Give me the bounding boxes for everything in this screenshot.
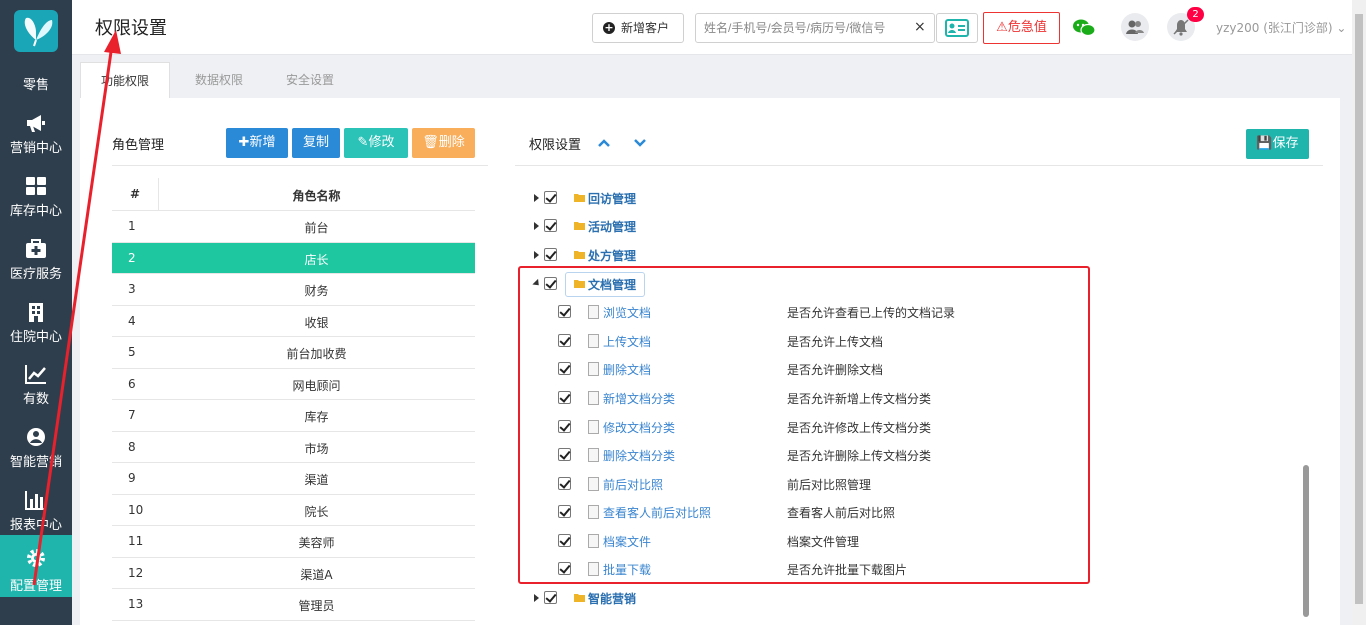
annotation-highlight-box (518, 266, 1090, 584)
sidebar-item-inpatient[interactable]: 住院中心 (0, 293, 72, 355)
page-title: 权限设置 (95, 18, 167, 39)
butterfly-logo-icon (24, 17, 53, 47)
bar-chart-icon (25, 491, 46, 510)
copy-role-button[interactable]: 复制 (292, 128, 340, 158)
wechat-icon[interactable] (1070, 14, 1098, 42)
sidebar-item-label: 有数 (22, 392, 49, 407)
tab-function-permissions[interactable]: 功能权限 (80, 62, 170, 98)
role-management-title: 角色管理 (112, 138, 165, 153)
medical-kit-icon (26, 239, 46, 258)
tree-checkbox[interactable] (544, 591, 557, 604)
tree-checkbox[interactable] (544, 248, 557, 261)
tab-security-settings[interactable]: 安全设置 (268, 62, 352, 98)
chevron-down-icon[interactable] (633, 138, 647, 148)
sidebar-item-config[interactable]: 配置管理 (0, 535, 72, 597)
table-row[interactable]: 3 财务 (112, 274, 475, 306)
id-card-button[interactable] (936, 13, 978, 43)
sidebar-item-label: 营销中心 (9, 141, 62, 156)
top-header: 权限设置 + 新增客户 × ⚠危急值 2 (72, 0, 1366, 55)
sidebar-item-analytics[interactable]: 有数 (0, 355, 72, 417)
folder-icon (574, 251, 585, 259)
plus-icon: ✚ (238, 135, 250, 150)
sidebar-item-label: 智能营销 (9, 455, 62, 470)
table-row[interactable]: 4 收银 (112, 306, 475, 337)
edit-role-button[interactable]: ✎修改 (344, 128, 408, 158)
megaphone-icon (27, 115, 45, 132)
folder-icon (574, 194, 585, 202)
gear-icon (27, 549, 45, 567)
table-row[interactable]: 13 管理员 (112, 589, 475, 621)
trash-icon: 🗑 (422, 135, 439, 150)
user-group-icon[interactable] (1120, 12, 1150, 42)
smart-marketing-icon (27, 428, 45, 446)
folder-icon (574, 594, 585, 602)
app-logo[interactable] (14, 10, 58, 52)
sidebar-item-medical[interactable]: 医疗服务 (0, 230, 72, 292)
chevron-up-icon[interactable] (597, 138, 611, 148)
table-row[interactable]: 8 市场 (112, 432, 475, 463)
user-menu[interactable]: yzy200 (张江门诊部) ⌄ (1216, 19, 1346, 36)
table-row[interactable]: 1 前台 (112, 211, 475, 243)
edit-icon: ✎ (357, 135, 369, 150)
sidebar-item-smart-marketing[interactable]: 智能营销 (0, 418, 72, 480)
sidebar-item-label: 医疗服务 (9, 267, 62, 282)
sidebar-item-inventory[interactable]: 库存中心 (0, 167, 72, 229)
column-header-role-name: 角色名称 (292, 189, 341, 203)
chevron-down-icon: ⌄ (1336, 21, 1347, 35)
id-card-icon (945, 19, 969, 37)
sidebar-item-label: 配置管理 (9, 579, 62, 594)
table-row[interactable]: 7 库存 (112, 400, 475, 432)
critical-value-button[interactable]: ⚠危急值 (983, 12, 1060, 44)
window-scrollbar[interactable] (1352, 0, 1366, 625)
save-icon: 💾 (1256, 136, 1273, 151)
grid-icon (26, 177, 46, 195)
clear-icon[interactable]: × (914, 19, 926, 35)
tree-node-followup[interactable]: 回访管理 (530, 189, 730, 209)
new-customer-button[interactable]: + 新增客户 (592, 13, 684, 43)
plus-circle-icon: + (603, 21, 615, 34)
sidebar-item-label: 零售 (22, 78, 49, 93)
column-header-index: # (129, 187, 141, 201)
notification-count-badge: 2 (1187, 7, 1204, 22)
divider (112, 165, 488, 166)
table-header: # 角色名称 (112, 178, 475, 211)
table-row[interactable]: 6 网电顾问 (112, 369, 475, 400)
expand-caret-icon[interactable] (534, 194, 539, 202)
tree-node-activity[interactable]: 活动管理 (530, 217, 730, 237)
tree-checkbox[interactable] (544, 219, 557, 232)
table-row-selected[interactable]: 2 店长 (112, 242, 475, 274)
sidebar-item-label: 报表中心 (9, 518, 62, 533)
warning-icon: ⚠ (996, 20, 1008, 35)
divider (515, 165, 1323, 166)
building-icon (29, 303, 43, 322)
customer-search[interactable]: × (695, 13, 935, 43)
search-input[interactable] (704, 19, 909, 37)
table-row[interactable]: 12 渠道A (112, 558, 475, 589)
sidebar-item-marketing[interactable]: 营销中心 (0, 104, 72, 166)
table-row[interactable]: 10 院长 (112, 495, 475, 526)
tree-node-prescription[interactable]: 处方管理 (530, 246, 730, 266)
tree-checkbox[interactable] (544, 191, 557, 204)
expand-caret-icon[interactable] (534, 222, 539, 230)
tree-node-smart-marketing[interactable]: 智能营销 (530, 589, 730, 609)
delete-role-button[interactable]: 🗑删除 (412, 128, 475, 158)
sidebar-item-label: 住院中心 (9, 330, 62, 345)
sidebar-item-label: 库存中心 (9, 204, 62, 219)
table-row[interactable]: 5 前台加收费 (112, 337, 475, 369)
sidebar: 零售 营销中心 库存中心 医疗服务 住院中心 有数 智能营销 报表中心 配置管理 (0, 0, 72, 625)
expand-caret-icon[interactable] (534, 594, 539, 602)
permission-settings-title: 权限设置 (529, 138, 582, 153)
save-button[interactable]: 💾保存 (1246, 129, 1309, 159)
table-row[interactable]: 11 美容师 (112, 526, 475, 558)
add-role-button[interactable]: ✚新增 (226, 128, 288, 158)
table-row[interactable]: 9 渠道 (112, 463, 475, 495)
tree-scrollbar[interactable] (1303, 465, 1309, 617)
tab-data-permissions[interactable]: 数据权限 (170, 62, 268, 98)
trend-chart-icon (25, 365, 46, 384)
sidebar-item-reports[interactable]: 报表中心 (0, 481, 72, 543)
expand-caret-icon[interactable] (534, 251, 539, 259)
folder-icon (574, 222, 585, 230)
